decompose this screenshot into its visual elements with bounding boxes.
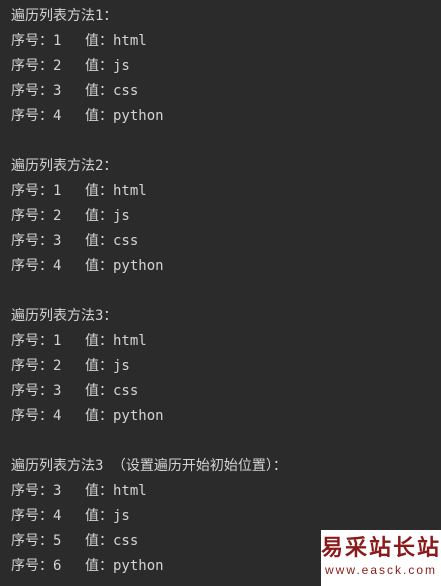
index-value: 4 bbox=[53, 508, 62, 524]
index-value: 4 bbox=[53, 408, 62, 424]
item-value: python bbox=[113, 558, 164, 574]
item-value: js bbox=[113, 358, 130, 374]
output-row: 序号：4 值：python bbox=[11, 104, 164, 129]
watermark-url: www.easck.com bbox=[324, 563, 438, 577]
index-label: 序号： bbox=[11, 183, 53, 199]
output-row: 序号：3 值：css bbox=[11, 229, 164, 254]
index-label: 序号： bbox=[11, 483, 53, 499]
output-row: 序号：2 值：js bbox=[11, 54, 164, 79]
item-value: css bbox=[113, 533, 139, 549]
index-value: 4 bbox=[53, 108, 62, 124]
item-value: python bbox=[113, 258, 164, 274]
output-section-4: 遍历列表方法3 （设置遍历开始初始位置）： 序号：3 值：html 序号：4 值：j… bbox=[11, 454, 287, 579]
output-row: 序号：1 值：html bbox=[11, 179, 164, 204]
index-value: 3 bbox=[53, 383, 62, 399]
value-label: 值： bbox=[85, 383, 113, 399]
output-row: 序号：6 值：python bbox=[11, 554, 287, 579]
index-value: 6 bbox=[53, 558, 62, 574]
index-label: 序号： bbox=[11, 408, 53, 424]
index-value: 1 bbox=[53, 33, 62, 49]
value-label: 值： bbox=[85, 83, 113, 99]
value-label: 值： bbox=[85, 258, 113, 274]
output-row: 序号：1 值：html bbox=[11, 329, 164, 354]
output-section-2: 遍历列表方法2： 序号：1 值：html 序号：2 值：js 序号：3 值：css 序… bbox=[11, 154, 164, 279]
item-value: js bbox=[113, 208, 130, 224]
index-label: 序号： bbox=[11, 508, 53, 524]
output-row: 序号：2 值：js bbox=[11, 354, 164, 379]
value-label: 值： bbox=[85, 558, 113, 574]
index-value: 3 bbox=[53, 233, 62, 249]
index-label: 序号： bbox=[11, 108, 53, 124]
item-value: html bbox=[113, 333, 147, 349]
output-row: 序号：1 值：html bbox=[11, 29, 164, 54]
console-output: 遍历列表方法1： 序号：1 值：html 序号：2 值：js 序号：3 值：css 序… bbox=[0, 0, 441, 586]
index-value: 3 bbox=[53, 83, 62, 99]
index-label: 序号： bbox=[11, 358, 53, 374]
index-label: 序号： bbox=[11, 233, 53, 249]
index-label: 序号： bbox=[11, 558, 53, 574]
item-value: js bbox=[113, 58, 130, 74]
value-label: 值： bbox=[85, 33, 113, 49]
value-label: 值： bbox=[85, 183, 113, 199]
index-value: 4 bbox=[53, 258, 62, 274]
output-section-1: 遍历列表方法1： 序号：1 值：html 序号：2 值：js 序号：3 值：css 序… bbox=[11, 4, 164, 129]
index-label: 序号： bbox=[11, 258, 53, 274]
output-row: 序号：3 值：css bbox=[11, 379, 164, 404]
output-row: 序号：4 值：python bbox=[11, 404, 164, 429]
index-label: 序号： bbox=[11, 333, 53, 349]
section-title: 遍历列表方法1： bbox=[11, 8, 118, 24]
value-label: 值： bbox=[85, 333, 113, 349]
output-row: 序号：3 值：html bbox=[11, 479, 287, 504]
index-value: 5 bbox=[53, 533, 62, 549]
value-label: 值： bbox=[85, 108, 113, 124]
section-title: 遍历列表方法3 （设置遍历开始初始位置）： bbox=[11, 458, 287, 474]
item-value: html bbox=[113, 33, 147, 49]
output-row: 序号：2 值：js bbox=[11, 204, 164, 229]
index-label: 序号： bbox=[11, 33, 53, 49]
index-value: 1 bbox=[53, 333, 62, 349]
index-value: 1 bbox=[53, 183, 62, 199]
index-label: 序号： bbox=[11, 383, 53, 399]
value-label: 值： bbox=[85, 208, 113, 224]
value-label: 值： bbox=[85, 408, 113, 424]
section-title: 遍历列表方法2： bbox=[11, 158, 118, 174]
item-value: css bbox=[113, 83, 139, 99]
index-label: 序号： bbox=[11, 208, 53, 224]
item-value: html bbox=[113, 483, 147, 499]
output-row: 序号：4 值：python bbox=[11, 254, 164, 279]
item-value: css bbox=[113, 233, 139, 249]
watermark-title: 易采站长站 bbox=[321, 535, 441, 561]
index-value: 2 bbox=[53, 58, 62, 74]
value-label: 值： bbox=[85, 233, 113, 249]
item-value: html bbox=[113, 183, 147, 199]
item-value: js bbox=[113, 508, 130, 524]
value-label: 值： bbox=[85, 483, 113, 499]
output-row: 序号：5 值：css bbox=[11, 529, 287, 554]
section-title: 遍历列表方法3： bbox=[11, 308, 118, 324]
output-row: 序号：3 值：css bbox=[11, 79, 164, 104]
output-row: 序号：4 值：js bbox=[11, 504, 287, 529]
site-watermark: 易采站长站 www.easck.com bbox=[321, 530, 441, 586]
value-label: 值： bbox=[85, 58, 113, 74]
value-label: 值： bbox=[85, 358, 113, 374]
index-value: 2 bbox=[53, 358, 62, 374]
index-label: 序号： bbox=[11, 533, 53, 549]
value-label: 值： bbox=[85, 533, 113, 549]
value-label: 值： bbox=[85, 508, 113, 524]
output-section-3: 遍历列表方法3： 序号：1 值：html 序号：2 值：js 序号：3 值：css 序… bbox=[11, 304, 164, 429]
index-value: 3 bbox=[53, 483, 62, 499]
item-value: python bbox=[113, 408, 164, 424]
index-label: 序号： bbox=[11, 83, 53, 99]
item-value: css bbox=[113, 383, 139, 399]
index-label: 序号： bbox=[11, 58, 53, 74]
index-value: 2 bbox=[53, 208, 62, 224]
item-value: python bbox=[113, 108, 164, 124]
